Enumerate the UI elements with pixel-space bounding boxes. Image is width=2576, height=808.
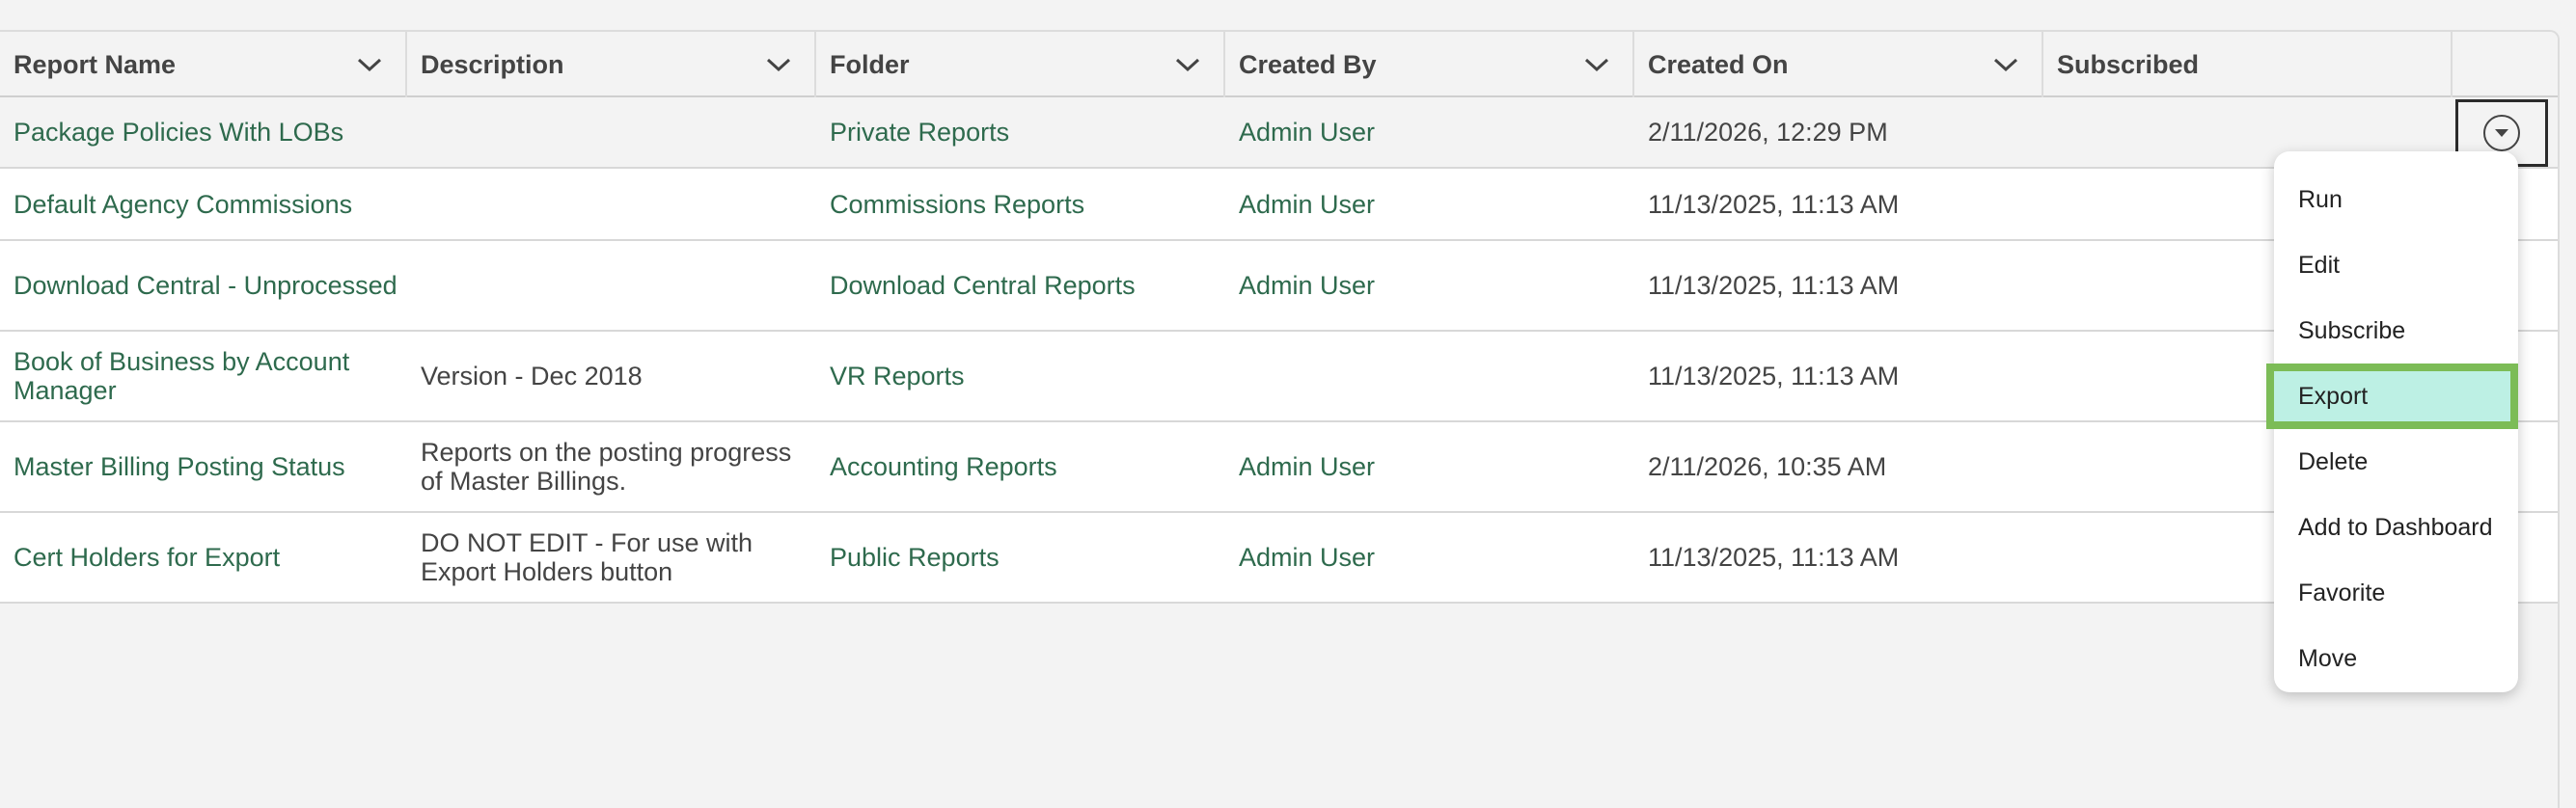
report-created-on: 11/13/2025, 11:13 AM xyxy=(1648,271,1900,300)
report-created-on: 2/11/2026, 12:29 PM xyxy=(1648,118,1888,147)
column-header-description[interactable]: Description xyxy=(407,32,816,97)
menu-item-delete[interactable]: Delete xyxy=(2274,429,2518,495)
column-header-label: Description xyxy=(421,49,564,79)
report-description: DO NOT EDIT - For use with Export Holder… xyxy=(421,528,754,586)
reports-table: Report Name Description Folder Created B… xyxy=(0,30,2560,808)
menu-item-favorite[interactable]: Favorite xyxy=(2274,560,2518,626)
report-folder-link[interactable]: Accounting Reports xyxy=(816,422,1225,511)
report-created-by[interactable]: Admin User xyxy=(1225,422,1634,511)
report-folder-link[interactable]: Commissions Reports xyxy=(816,169,1225,239)
chevron-down-icon[interactable] xyxy=(764,53,793,76)
report-created-by[interactable]: Admin User xyxy=(1225,97,1634,167)
column-header-subscribed[interactable]: Subscribed xyxy=(2043,32,2453,97)
report-name-link[interactable]: Package Policies With LOBs xyxy=(0,97,407,167)
report-name-link[interactable]: Default Agency Commissions xyxy=(0,169,407,239)
menu-item-run[interactable]: Run xyxy=(2274,167,2518,232)
table-row[interactable]: Default Agency Commissions Commissions R… xyxy=(0,169,2558,241)
chevron-down-icon[interactable] xyxy=(355,53,384,76)
table-row[interactable]: Cert Holders for Export DO NOT EDIT - Fo… xyxy=(0,513,2558,604)
report-description: Version - Dec 2018 xyxy=(421,362,643,391)
report-name-link[interactable]: Master Billing Posting Status xyxy=(0,422,407,511)
chevron-down-icon[interactable] xyxy=(1991,53,2020,76)
report-name-link[interactable]: Cert Holders for Export xyxy=(0,513,407,602)
column-header-label: Created By xyxy=(1239,49,1377,79)
menu-item-edit[interactable]: Edit xyxy=(2274,232,2518,298)
report-created-by[interactable]: Admin User xyxy=(1225,169,1634,239)
report-created-by[interactable]: Admin User xyxy=(1225,241,1634,330)
dropdown-circle-icon xyxy=(2483,115,2520,151)
report-created-by[interactable]: Admin User xyxy=(1225,513,1634,602)
chevron-down-icon[interactable] xyxy=(1173,53,1202,76)
report-description xyxy=(407,169,816,239)
menu-item-add-to-dashboard[interactable]: Add to Dashboard xyxy=(2274,495,2518,560)
column-header-created-on[interactable]: Created On xyxy=(1634,32,2043,97)
table-row[interactable]: Master Billing Posting Status Reports on… xyxy=(0,422,2558,513)
report-folder-link[interactable]: Download Central Reports xyxy=(816,241,1225,330)
menu-item-export[interactable]: Export xyxy=(2266,364,2518,429)
report-created-on: 11/13/2025, 11:13 AM xyxy=(1648,362,1900,391)
chevron-down-icon[interactable] xyxy=(1582,53,1611,76)
column-header-created-by[interactable]: Created By xyxy=(1225,32,1634,97)
report-folder-link[interactable]: Public Reports xyxy=(816,513,1225,602)
column-header-actions xyxy=(2453,32,2558,97)
report-created-on: 11/13/2025, 11:13 AM xyxy=(1648,543,1900,572)
report-name-link[interactable]: Download Central - Unprocessed xyxy=(0,241,407,330)
report-name-link[interactable]: Book of Business by Account Manager xyxy=(0,332,407,420)
report-description xyxy=(407,241,816,330)
menu-item-move[interactable]: Move xyxy=(2274,626,2518,691)
report-folder-link[interactable]: Private Reports xyxy=(816,97,1225,167)
table-row[interactable]: Book of Business by Account Manager Vers… xyxy=(0,332,2558,422)
report-folder-link[interactable]: VR Reports xyxy=(816,332,1225,420)
column-header-label: Report Name xyxy=(14,49,177,79)
report-created-by[interactable] xyxy=(1225,332,1634,420)
table-header: Report Name Description Folder Created B… xyxy=(0,32,2558,97)
report-created-on: 11/13/2025, 11:13 AM xyxy=(1648,189,1900,219)
report-description xyxy=(407,97,816,167)
column-header-label: Subscribed xyxy=(2057,49,2200,79)
table-row[interactable]: Download Central - Unprocessed Download … xyxy=(0,241,2558,332)
report-description: Reports on the posting progress of Maste… xyxy=(421,438,792,496)
column-header-folder[interactable]: Folder xyxy=(816,32,1225,97)
report-created-on: 2/11/2026, 10:35 AM xyxy=(1648,452,1887,481)
menu-item-subscribe[interactable]: Subscribe xyxy=(2274,298,2518,364)
table-row[interactable]: Package Policies With LOBs Private Repor… xyxy=(0,97,2558,169)
column-header-label: Created On xyxy=(1648,49,1789,79)
column-header-label: Folder xyxy=(830,49,910,79)
row-actions-menu: Run Edit Subscribe Export Delete Add to … xyxy=(2266,151,2518,692)
column-header-report-name[interactable]: Report Name xyxy=(0,32,407,97)
